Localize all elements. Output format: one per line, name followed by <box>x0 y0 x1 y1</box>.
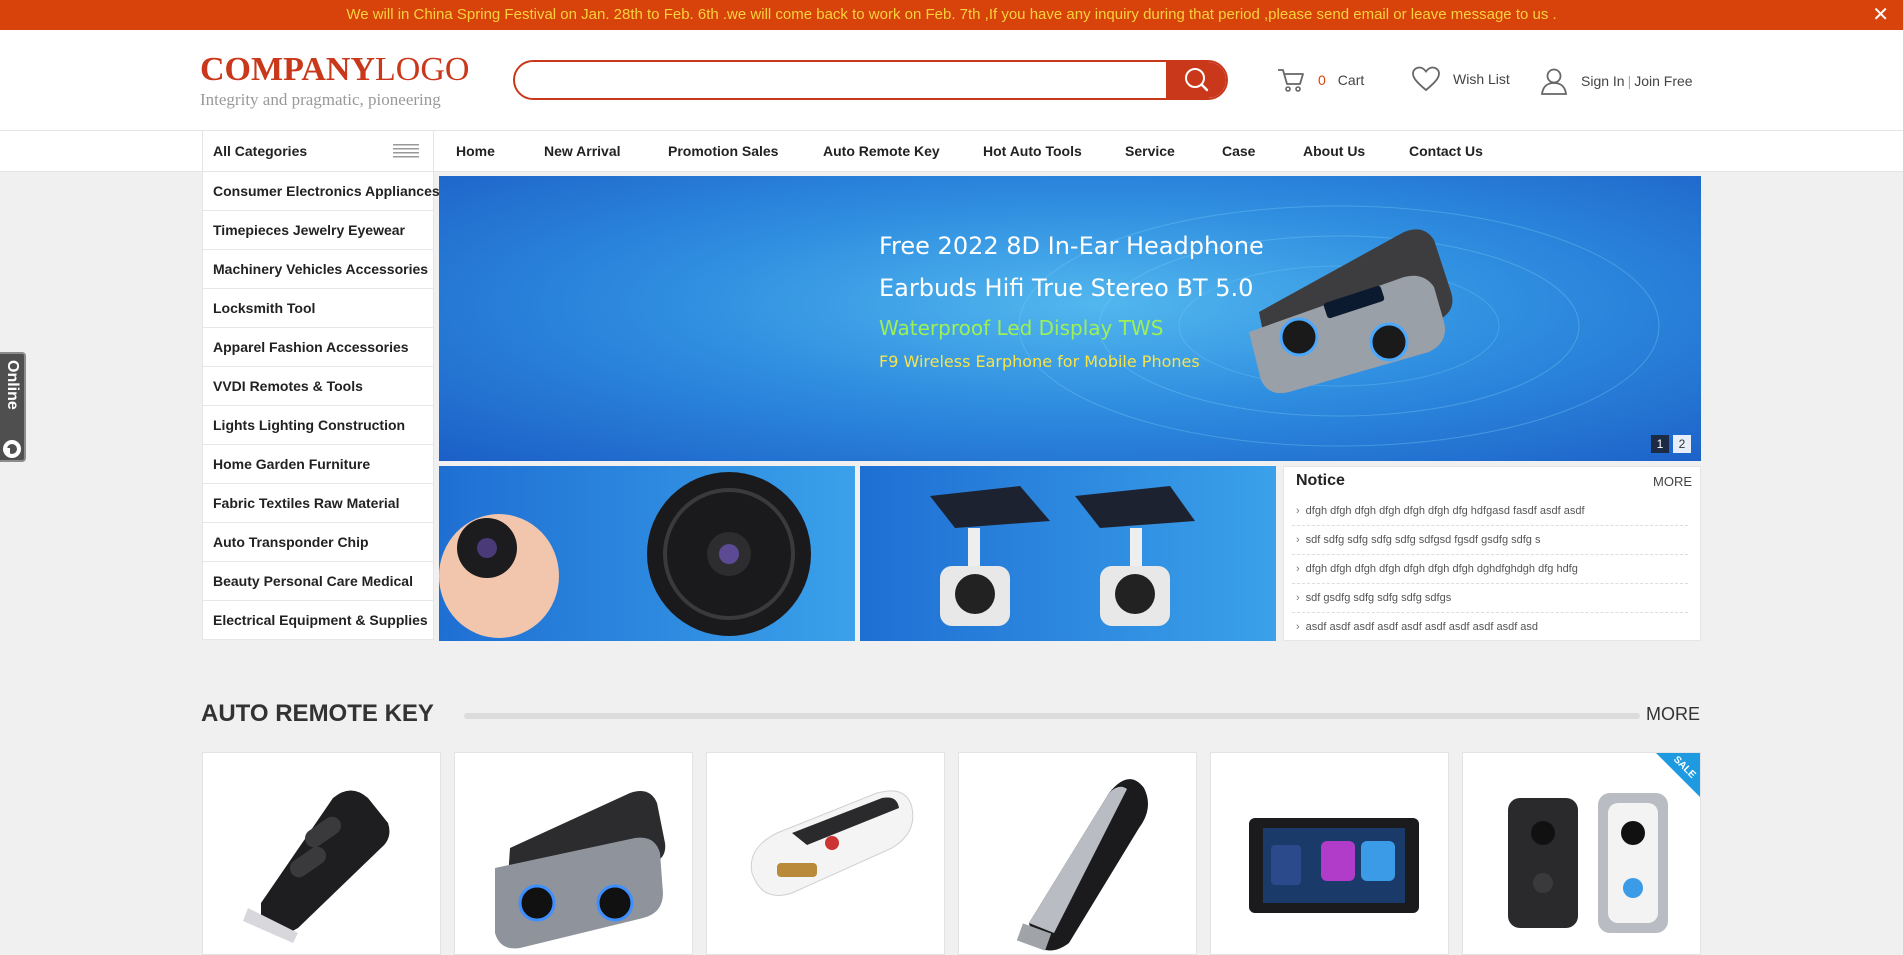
nav-hot-auto-tools[interactable]: Hot Auto Tools <box>983 131 1082 171</box>
banner-subline: Waterproof Led Display TWS <box>879 316 1164 340</box>
promo-solar-camera-tile[interactable] <box>860 466 1276 641</box>
banner-headline-1: Free 2022 8D In-Ear Headphone <box>879 232 1264 260</box>
section-more-link[interactable]: MORE <box>1646 704 1700 725</box>
mini-camera-image <box>439 472 811 638</box>
all-categories-toggle[interactable]: All Categories <box>202 131 434 171</box>
banner-headline-2: Earbuds Hifi True Stereo BT 5.0 <box>879 274 1254 302</box>
list-menu-icon <box>393 144 419 158</box>
smart-key-image <box>750 790 914 896</box>
chevron-right-icon: › <box>1296 621 1300 633</box>
nav-new-arrival[interactable]: New Arrival <box>544 131 621 171</box>
earbuds-image <box>495 790 666 949</box>
notice-item[interactable]: › sdf sdfg sdfg sdfg sdfg sdfgsd fgsdf gs… <box>1292 526 1688 555</box>
notice-item[interactable]: › sdf gsdfg sdfg sdfg sdfg sdfgs <box>1292 584 1688 613</box>
category-sidebar: Consumer Electronics Appliances Timepiec… <box>202 172 440 640</box>
category-item[interactable]: VVDI Remotes & Tools <box>203 367 433 406</box>
category-item[interactable]: Auto Transponder Chip <box>203 523 433 562</box>
chevron-right-icon: › <box>1296 505 1300 517</box>
notice-item-text: dfgh dfgh dfgh dfgh dfgh dfgh dfgh dghdf… <box>1305 563 1578 575</box>
heart-icon <box>1412 66 1440 92</box>
category-item[interactable]: Home Garden Furniture <box>203 445 433 484</box>
account-separator: | <box>1627 73 1632 89</box>
car-stereo-image <box>1249 818 1419 913</box>
nav-auto-remote-key[interactable]: Auto Remote Key <box>823 131 940 171</box>
site-header: COMPANYLOGO Integrity and pragmatic, pio… <box>0 30 1903 130</box>
notice-item-text: asdf asdf asdf asdf asdf asdf asdf asdf … <box>1305 621 1539 633</box>
chevron-right-icon: › <box>1296 563 1300 575</box>
category-item[interactable]: Consumer Electronics Appliances <box>203 172 440 211</box>
announcement-text: We will in China Spring Festival on Jan.… <box>346 6 1557 23</box>
section-divider <box>464 713 1640 719</box>
banner-page-2[interactable]: 2 <box>1673 435 1691 453</box>
category-item[interactable]: Lights Lighting Construction <box>203 406 433 445</box>
category-item[interactable]: Locksmith Tool <box>203 289 433 328</box>
company-logo[interactable]: COMPANYLOGO Integrity and pragmatic, pio… <box>200 52 469 110</box>
notice-item[interactable]: › dfgh dfgh dfgh dfgh dfgh dfgh dfgh dghd… <box>1292 555 1688 584</box>
notice-title: Notice <box>1296 472 1345 489</box>
notice-item-text: sdf gsdfg sdfg sdfg sdfg sdfgs <box>1305 592 1452 604</box>
category-item[interactable]: Fabric Textiles Raw Material <box>203 484 433 523</box>
account-links: Sign In | Join Free <box>1539 66 1693 96</box>
solar-camera-image <box>930 486 1195 626</box>
flip-key-image <box>243 790 390 943</box>
notice-more-link[interactable]: MORE <box>1653 474 1692 489</box>
wishlist-link[interactable]: Wish List <box>1411 66 1510 92</box>
logo-tagline: Integrity and pragmatic, pioneering <box>200 90 441 109</box>
category-item[interactable]: Apparel Fashion Accessories <box>203 328 433 367</box>
banner-page-1[interactable]: 1 <box>1651 435 1669 453</box>
notice-item-text: sdf sdfg sdfg sdfg sdfg sdfgsd fgsdf gsd… <box>1305 534 1541 546</box>
all-categories-label: All Categories <box>213 143 308 159</box>
notice-list: › dfgh dfgh dfgh dfgh dfgh dfgh dfg hdfga… <box>1292 497 1688 642</box>
headset-icon <box>3 440 21 458</box>
product-card[interactable] <box>706 752 945 955</box>
online-label: Online <box>4 360 21 410</box>
sign-in-link[interactable]: Sign In <box>1581 73 1625 89</box>
chevron-right-icon: › <box>1296 534 1300 546</box>
product-card[interactable] <box>202 752 441 955</box>
section-title: AUTO REMOTE KEY <box>201 700 434 727</box>
promo-camera-tile[interactable] <box>439 466 855 641</box>
nav-about-us[interactable]: About Us <box>1303 131 1365 171</box>
join-free-link[interactable]: Join Free <box>1634 73 1692 89</box>
category-item[interactable]: Machinery Vehicles Accessories <box>203 250 433 289</box>
nav-contact-us[interactable]: Contact Us <box>1409 131 1483 171</box>
user-icon <box>1540 68 1568 95</box>
nav-service[interactable]: Service <box>1125 131 1175 171</box>
main-navigation: All Categories Home New Arrival Promotio… <box>0 130 1903 172</box>
cart-label: Cart <box>1337 72 1365 88</box>
banner-caption: F9 Wireless Earphone for Mobile Phones <box>879 352 1200 371</box>
online-chat-tab[interactable]: Online <box>0 352 26 462</box>
category-item[interactable]: Electrical Equipment & Supplies <box>203 601 433 640</box>
notice-panel: Notice MORE › dfgh dfgh dfgh dfgh dfgh df… <box>1283 466 1701 641</box>
announcement-bar: We will in China Spring Festival on Jan.… <box>0 0 1903 30</box>
cart-link[interactable]: 0 Cart <box>1276 66 1364 94</box>
category-item[interactable]: Beauty Personal Care Medical <box>203 562 433 601</box>
nav-case[interactable]: Case <box>1222 131 1255 171</box>
hero-banner[interactable]: Free 2022 8D In-Ear Headphone Earbuds Hi… <box>439 176 1701 461</box>
notice-item[interactable]: › asdf asdf asdf asdf asdf asdf asdf asdf… <box>1292 613 1688 642</box>
product-card[interactable] <box>1210 752 1449 955</box>
nav-promotion-sales[interactable]: Promotion Sales <box>668 131 778 171</box>
search-box <box>513 60 1228 100</box>
nav-home[interactable]: Home <box>456 131 495 171</box>
chevron-right-icon: › <box>1296 592 1300 604</box>
close-icon[interactable]: ✕ <box>1872 0 1889 30</box>
banner-pagination: 1 2 <box>1651 435 1691 453</box>
product-card[interactable] <box>958 752 1197 955</box>
wishlist-label: Wish List <box>1453 71 1510 87</box>
notice-item-text: dfgh dfgh dfgh dfgh dfgh dfgh dfg hdfgas… <box>1305 505 1585 517</box>
search-icon <box>1185 68 1209 92</box>
search-input[interactable] <box>529 62 1069 98</box>
category-item[interactable]: Timepieces Jewelry Eyewear <box>203 211 433 250</box>
notice-item[interactable]: › dfgh dfgh dfgh dfgh dfgh dfgh dfg hdfga… <box>1292 497 1688 526</box>
logo-company-text: COMPANY <box>200 51 375 88</box>
logo-word-text: LOGO <box>375 51 470 88</box>
product-card[interactable] <box>454 752 693 955</box>
earbuds-case-image <box>1249 229 1453 394</box>
slim-key-image <box>1016 779 1148 951</box>
cart-count: 0 <box>1318 72 1326 88</box>
product-card[interactable]: SALE <box>1462 752 1701 955</box>
cart-icon <box>1278 69 1304 92</box>
search-button[interactable] <box>1166 62 1226 98</box>
